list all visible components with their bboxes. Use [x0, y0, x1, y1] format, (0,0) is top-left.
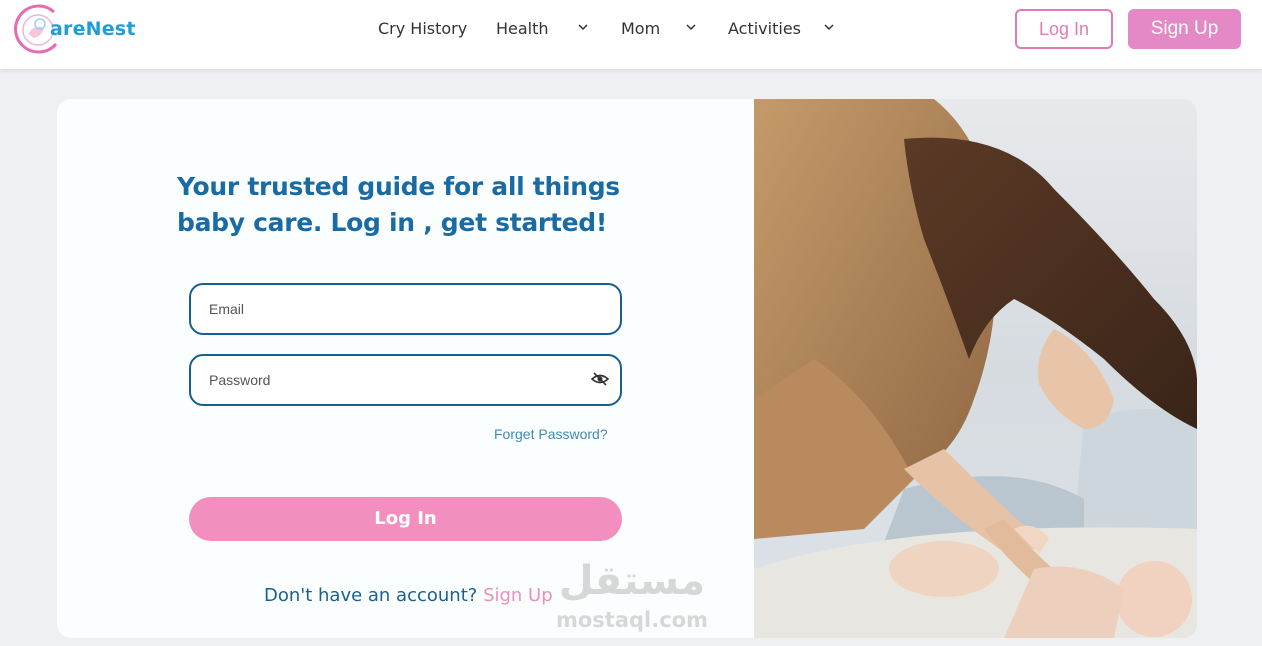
email-field[interactable] [189, 283, 622, 335]
headline-line-1: Your trusted guide for all things [177, 172, 620, 201]
chevron-down-icon[interactable] [578, 23, 588, 31]
nav-mom[interactable]: Mom [621, 19, 660, 38]
login-submit-button[interactable]: Log In [189, 497, 622, 541]
password-field[interactable] [189, 354, 622, 406]
login-headline: Your trusted guide for all things baby c… [177, 169, 637, 241]
brand-name: areNest [50, 18, 136, 40]
password-input[interactable] [209, 368, 569, 392]
header-login-button[interactable]: Log In [1015, 9, 1113, 49]
nav-health[interactable]: Health [496, 19, 549, 38]
nav-cry-history[interactable]: Cry History [378, 19, 467, 38]
signup-link[interactable]: Sign Up [483, 585, 553, 606]
chevron-down-icon[interactable] [686, 23, 696, 31]
no-account-text: Don't have an account? [264, 585, 478, 606]
headline-line-2: baby care. Log in , get started! [177, 208, 607, 237]
brand-logo[interactable]: areNest [10, 4, 170, 56]
watermark-arabic: مستقل [558, 558, 706, 604]
email-input[interactable] [209, 297, 569, 321]
watermark-latin: mostaql.com [556, 608, 708, 632]
forgot-password-link[interactable]: Forget Password? [494, 426, 608, 442]
mostaql-watermark: مستقل mostaql.com [552, 558, 712, 638]
top-navbar: areNest Cry History Health Mom Activitie… [0, 0, 1262, 69]
mother-baby-photo [754, 99, 1197, 638]
chevron-down-icon[interactable] [824, 23, 834, 31]
header-signup-button[interactable]: Sign Up [1128, 9, 1241, 49]
eye-off-icon[interactable] [591, 370, 609, 388]
nav-activities[interactable]: Activities [728, 19, 801, 38]
signup-prompt: Don't have an account? Sign Up [264, 585, 553, 606]
